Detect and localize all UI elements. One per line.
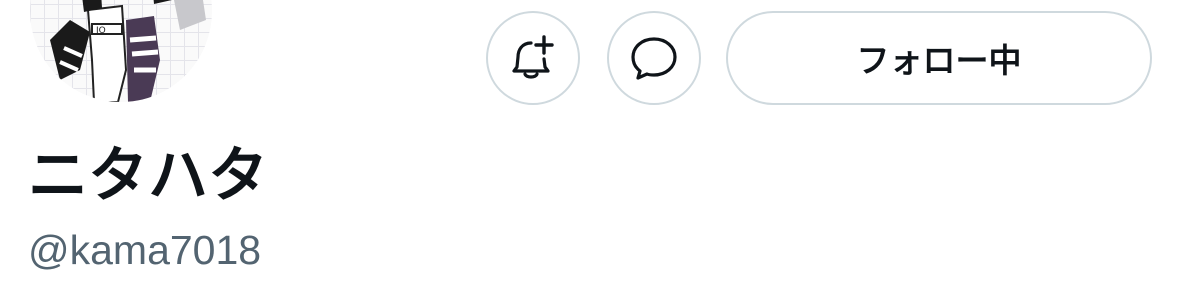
profile-handle: @kama7018 — [28, 227, 262, 273]
bell-plus-icon — [512, 35, 554, 79]
message-bubble-icon — [631, 37, 677, 80]
following-button[interactable]: フォロー中 — [726, 11, 1152, 105]
notify-button[interactable] — [486, 11, 580, 105]
profile-display-name: ニタハタ — [28, 141, 268, 211]
message-button[interactable] — [607, 11, 701, 105]
following-button-label: フォロー中 — [856, 41, 1022, 80]
svg-text:JO: JO — [95, 26, 106, 36]
avatar-illustration: JO — [50, 0, 206, 102]
avatar[interactable]: JO — [26, 0, 216, 106]
